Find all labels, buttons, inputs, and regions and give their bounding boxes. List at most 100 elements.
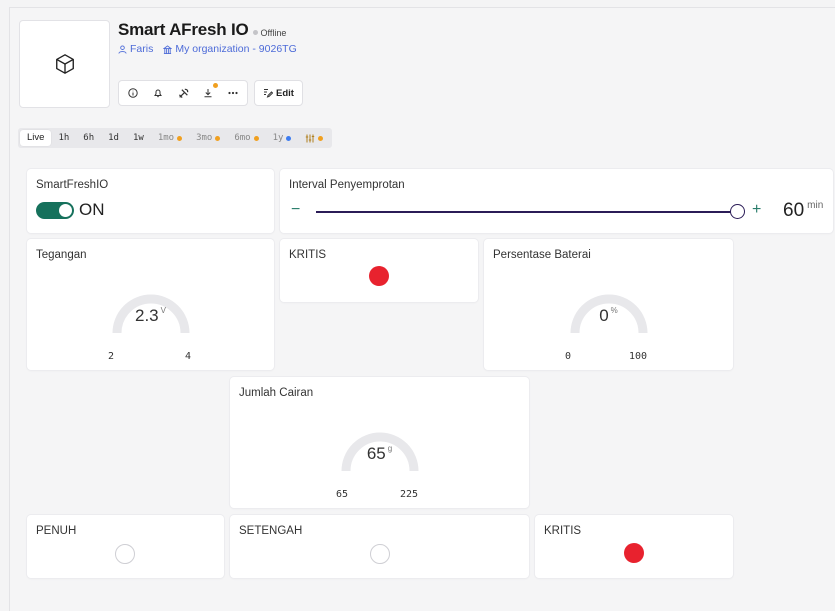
- gauge-min: 0: [565, 351, 572, 362]
- premium-dot: [253, 135, 259, 141]
- building-icon: [163, 44, 173, 54]
- interval-slider: − + 60 min: [289, 200, 824, 222]
- bell-icon[interactable]: [152, 87, 164, 99]
- tab-1y[interactable]: 1y: [266, 130, 299, 146]
- card-title: KRITIS: [289, 249, 327, 261]
- tab-6mo[interactable]: 6mo: [227, 130, 265, 146]
- led-indicator: [369, 266, 389, 286]
- card-title: KRITIS: [544, 525, 582, 537]
- gauge-value: 2.3 V: [106, 306, 196, 326]
- tab-label: 3mo: [196, 133, 213, 143]
- tab-label: 6mo: [234, 133, 251, 143]
- slider-value: 60 min: [783, 200, 823, 222]
- owner-name: Faris: [130, 43, 154, 55]
- tab-1d[interactable]: 1d: [101, 130, 126, 146]
- led-indicator: [115, 544, 135, 564]
- card-title: SmartFreshIO: [36, 179, 109, 191]
- gauge-unit: g: [387, 444, 393, 453]
- device-title: Smart AFresh IO: [118, 20, 249, 39]
- premium-dot: [177, 135, 183, 141]
- slider-value-number: 60: [783, 200, 805, 221]
- box-icon: [55, 54, 74, 74]
- premium-dot: [215, 135, 221, 141]
- gauge-max: 100: [629, 351, 648, 362]
- led-indicator: [370, 544, 390, 564]
- gauge-max: 225: [400, 489, 419, 500]
- toggle-state: ON: [79, 200, 105, 219]
- tab-1h[interactable]: 1h: [51, 130, 76, 146]
- tab-label: 1d: [108, 133, 119, 143]
- edit-button[interactable]: Edit: [254, 80, 303, 106]
- gauge-value: 65 g: [335, 444, 425, 464]
- tab-label: 1h: [58, 133, 70, 143]
- led-indicator: [624, 543, 644, 563]
- cairan-card: Jumlah Cairan 65 g 65 225: [230, 377, 529, 508]
- interval-card: Interval Penyemprotan − + 60 min: [280, 169, 833, 233]
- status-dot: [252, 30, 258, 35]
- organization-link[interactable]: My organization - 9026TG: [163, 43, 297, 55]
- card-title: Jumlah Cairan: [239, 387, 314, 399]
- card-title: SETENGAH: [239, 525, 303, 537]
- status-badge: Offline: [252, 27, 287, 38]
- premium-dot: [318, 135, 324, 141]
- info-icon[interactable]: [127, 87, 139, 99]
- kritis-top-card: KRITIS: [280, 239, 478, 302]
- action-icon-group: [118, 80, 248, 106]
- tab-1w[interactable]: 1w: [126, 130, 151, 146]
- download-icon[interactable]: [202, 83, 218, 99]
- baterai-card: Persentase Baterai 0% 0 100: [484, 239, 733, 370]
- tab-6h[interactable]: 6h: [76, 130, 101, 146]
- slider-unit: min: [807, 200, 824, 211]
- tegangan-card: Tegangan 2.3 V 2 4: [27, 239, 274, 370]
- card-title: PENUH: [36, 525, 77, 537]
- user-icon: [118, 44, 127, 54]
- tab-label: Live: [27, 132, 45, 143]
- setengah-card: SETENGAH: [230, 515, 529, 578]
- card-title: Interval Penyemprotan: [289, 179, 405, 191]
- slider-track[interactable]: [316, 211, 736, 213]
- tab-label: 6h: [83, 133, 95, 143]
- tab-live[interactable]: Live: [20, 130, 52, 146]
- gauge-unit: %: [610, 306, 618, 315]
- card-title: Persentase Baterai: [493, 249, 591, 261]
- gauge-unit: V: [160, 306, 166, 315]
- device-meta: Faris My organization - 9026TG: [118, 43, 297, 55]
- tab-custom-range[interactable]: [298, 130, 330, 146]
- smartfreshio-card: SmartFreshIO ON: [27, 169, 274, 233]
- decrement-button[interactable]: −: [291, 201, 300, 219]
- device-header: Smart AFresh IO Offline: [118, 20, 286, 40]
- kritis-bottom-card: KRITIS: [535, 515, 733, 578]
- tab-label: 1mo: [157, 133, 175, 143]
- sliders-icon: [306, 134, 315, 142]
- card-title: Tegangan: [36, 249, 87, 261]
- device-actions: Edit: [118, 80, 303, 106]
- edit-label: Edit: [276, 87, 294, 99]
- device-image: [19, 20, 110, 108]
- tab-1mo[interactable]: 1mo: [151, 130, 189, 146]
- tab-label: 1w: [132, 133, 144, 143]
- time-range-tabs: Live 1h 6h 1d 1w 1mo 3mo 6mo 1y: [18, 128, 333, 148]
- toggle-knob: [59, 203, 72, 217]
- tab-3mo[interactable]: 3mo: [189, 130, 227, 146]
- tools-icon[interactable]: [177, 87, 189, 99]
- gauge-max: 4: [185, 351, 192, 362]
- gauge-min: 2: [108, 351, 115, 362]
- increment-button[interactable]: +: [752, 201, 761, 219]
- gauge-number: 65: [366, 444, 386, 463]
- toggle-switch[interactable]: [36, 201, 74, 219]
- gauge-number: 0: [599, 306, 609, 325]
- premium-dot: [286, 135, 292, 141]
- status-text: Offline: [260, 27, 287, 38]
- tab-label: 1y: [272, 133, 284, 143]
- gauge-value: 0%: [564, 306, 654, 326]
- owner-link[interactable]: Faris: [118, 43, 153, 55]
- smartfreshio-toggle[interactable]: ON: [36, 200, 105, 220]
- penuh-card: PENUH: [27, 515, 224, 578]
- organization-name: My organization - 9026TG: [175, 43, 297, 55]
- gauge-min: 65: [336, 489, 349, 500]
- notification-dot: [213, 83, 218, 88]
- slider-thumb[interactable]: [730, 204, 745, 219]
- more-icon[interactable]: [227, 87, 239, 99]
- gauge-number: 2.3: [135, 306, 159, 325]
- edit-icon: [264, 89, 273, 98]
